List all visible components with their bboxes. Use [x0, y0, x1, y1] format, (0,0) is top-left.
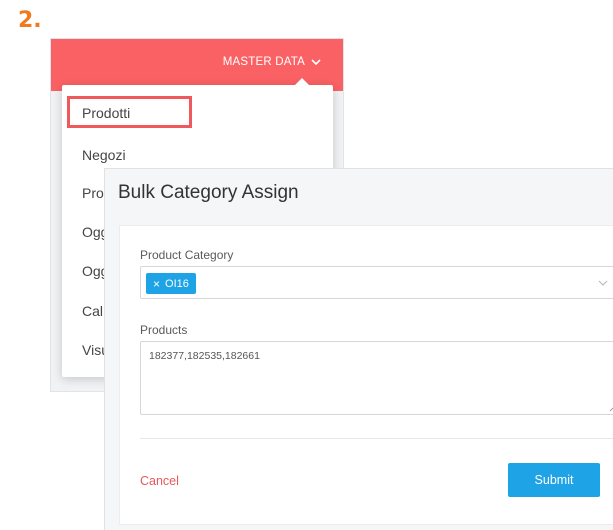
- resize-handle-icon[interactable]: [609, 404, 613, 412]
- chevron-down-icon: [311, 59, 321, 66]
- modal-title: Bulk Category Assign: [118, 182, 299, 203]
- divider: [140, 438, 613, 439]
- cancel-button[interactable]: Cancel: [140, 474, 179, 488]
- menu-item-negozi[interactable]: Negozi: [82, 147, 126, 163]
- products-value: 182377,182535,182661: [149, 350, 260, 362]
- master-data-label: MASTER DATA: [222, 56, 305, 68]
- products-textarea[interactable]: 182377,182535,182661: [140, 341, 613, 415]
- master-data-menu[interactable]: MASTER DATA: [223, 56, 321, 68]
- product-category-select[interactable]: × OI16: [140, 266, 613, 299]
- highlight-box: [67, 96, 192, 128]
- submit-button[interactable]: Submit: [508, 463, 600, 497]
- modal-form-card: Product Category × OI16 Products 182377,…: [119, 225, 613, 525]
- dropdown-caret: [295, 78, 309, 85]
- close-icon[interactable]: ×: [153, 278, 160, 290]
- menu-item-6[interactable]: Cal: [82, 303, 103, 319]
- step-number: 2.: [18, 8, 42, 33]
- selected-category-tag-label: OI16: [165, 277, 189, 290]
- menu-item-3[interactable]: Pro: [82, 185, 104, 201]
- bulk-category-modal: Bulk Category Assign Product Category × …: [104, 168, 613, 530]
- selected-category-tag: × OI16: [146, 273, 196, 294]
- products-label: Products: [140, 323, 188, 337]
- product-category-label: Product Category: [140, 248, 234, 262]
- chevron-down-icon[interactable]: [597, 277, 609, 289]
